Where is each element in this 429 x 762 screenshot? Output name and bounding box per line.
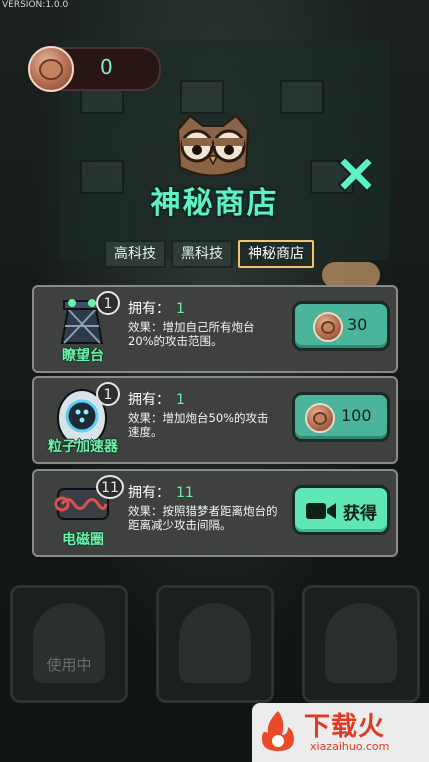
item-level-badge: 1: [96, 291, 120, 315]
item-name: 电磁圈: [62, 532, 104, 548]
coin-count: 0: [100, 55, 113, 79]
owned-count: 11: [176, 485, 194, 501]
tab-high-tech[interactable]: 高科技: [104, 240, 166, 268]
item-price: 30: [347, 315, 368, 334]
item-level-badge: 11: [96, 475, 124, 499]
watermark: 下载火 xiazaihuo.com: [252, 703, 429, 762]
get-button-label: 获得: [343, 504, 377, 524]
item-name: 瞭望台: [62, 348, 104, 364]
character-card-in-use[interactable]: 使用中: [10, 585, 128, 703]
owned-label: 拥有：: [128, 301, 170, 317]
owned-count: 1: [176, 301, 185, 317]
coin-icon: [305, 403, 335, 433]
shop-item-electromagnetic-ring: 11 电磁圈 拥有： 11 效果：按照猎梦者距离炮台的距离减少攻击间隔。 获得: [32, 469, 398, 557]
owl-mascot-icon: [176, 114, 250, 177]
item-name: 粒子加速器: [48, 439, 118, 455]
owned-label: 拥有：: [128, 392, 170, 408]
item-effect: 效果：按照猎梦者距离炮台的距离减少攻击间隔。: [128, 504, 278, 532]
shop-item-watchtower: 1 瞭望台 拥有： 1 效果：增加自己所有炮台20%的攻击范围。 30: [32, 285, 398, 373]
watermark-url: xiazaihuo.com: [310, 740, 390, 753]
coin-icon: [313, 312, 343, 342]
shop-tabs: 高科技 黑科技 神秘商店: [104, 240, 314, 268]
character-card[interactable]: [156, 585, 274, 703]
owned-label: 拥有：: [128, 485, 170, 501]
item-owned: 拥有： 1: [128, 298, 185, 318]
shop-item-particle-accelerator: 1 粒子加速器 拥有： 1 效果：增加炮台50%的攻击速度。 100: [32, 376, 398, 464]
buy-button[interactable]: 30: [292, 301, 390, 351]
buy-button[interactable]: 100: [292, 392, 390, 442]
item-effect: 效果：增加自己所有炮台20%的攻击范围。: [128, 320, 255, 348]
item-price: 100: [341, 406, 372, 425]
tab-black-tech[interactable]: 黑科技: [171, 240, 233, 268]
in-use-label: 使用中: [46, 656, 92, 674]
character-portrait: [179, 603, 251, 683]
watermark-text: 下载火: [304, 712, 386, 742]
background-window: [280, 80, 324, 114]
character-card[interactable]: [302, 585, 420, 703]
item-level-badge: 1: [96, 382, 120, 406]
video-camera-icon: [306, 503, 336, 519]
item-owned: 拥有： 1: [128, 389, 185, 409]
version-label: VERSION:1.0.0: [2, 0, 69, 10]
background-window: [180, 80, 224, 114]
watch-video-get-button[interactable]: 获得: [292, 485, 390, 535]
item-effect: 效果：增加炮台50%的攻击速度。: [128, 411, 269, 439]
item-owned: 拥有： 11: [128, 482, 194, 502]
character-portrait: [325, 603, 397, 683]
tab-mystery-shop[interactable]: 神秘商店: [238, 240, 314, 268]
close-icon[interactable]: [333, 151, 379, 197]
fire-logo-icon: [262, 711, 294, 751]
coin-icon: [28, 46, 74, 92]
owned-count: 1: [176, 392, 185, 408]
